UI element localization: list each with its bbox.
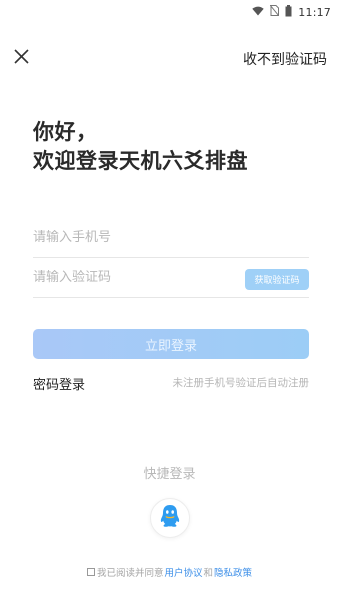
status-bar: 11:17	[0, 0, 339, 24]
clock: 11:17	[298, 5, 331, 19]
wifi-icon	[252, 6, 264, 19]
no-code-link[interactable]: 收不到验证码	[243, 49, 327, 69]
close-button[interactable]	[12, 47, 32, 67]
close-icon	[12, 49, 32, 71]
phone-input[interactable]	[33, 230, 233, 245]
greeting-line-2: 欢迎登录天机六爻排盘	[33, 149, 248, 173]
password-login-link[interactable]: 密码登录	[33, 374, 85, 393]
quick-login-title: 快捷登录	[143, 467, 196, 482]
code-input[interactable]	[33, 270, 233, 285]
qq-login-button[interactable]	[150, 498, 190, 538]
agreement-and: 和	[203, 568, 214, 579]
agreement: 我已阅读并同意 用户协议 和 隐私政策	[0, 565, 339, 579]
page-title: 你好， 欢迎登录天机六爻排盘	[33, 118, 248, 176]
get-code-button[interactable]: 获取验证码	[245, 269, 309, 290]
auto-register-hint: 未注册手机号验证后自动注册	[172, 377, 310, 389]
login-button[interactable]: 立即登录	[33, 329, 309, 359]
no-sim-icon	[269, 4, 280, 19]
greeting-line-1: 你好，	[33, 120, 98, 144]
privacy-policy-link[interactable]: 隐私政策	[214, 565, 252, 579]
battery-icon	[285, 4, 292, 20]
phone-field	[33, 218, 309, 258]
qq-icon	[159, 504, 181, 532]
code-field: 获取验证码	[33, 258, 309, 298]
agreement-checkbox[interactable]	[86, 568, 95, 576]
user-agreement-link[interactable]: 用户协议	[164, 565, 202, 579]
agreement-prefix: 我已阅读并同意	[96, 568, 164, 579]
